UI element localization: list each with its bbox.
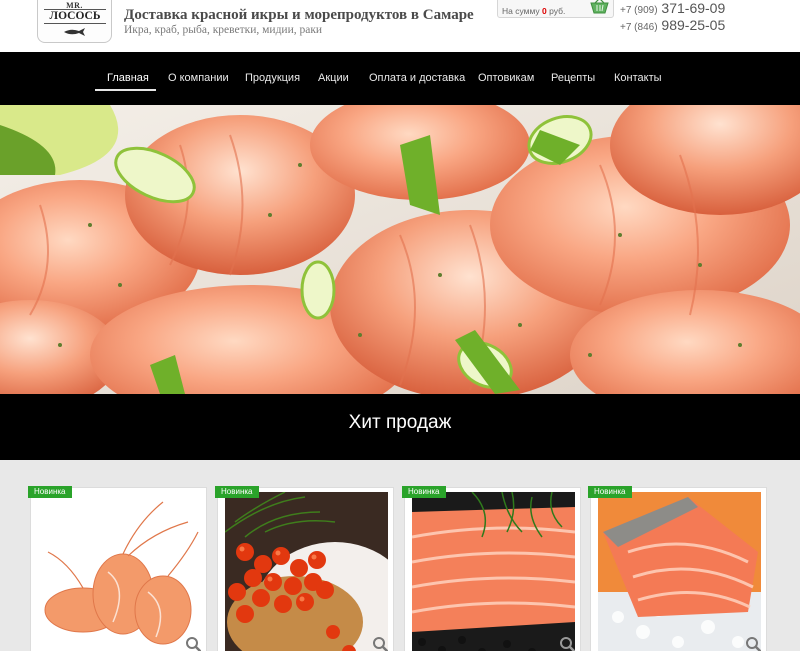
product-card[interactable]: Новинка	[28, 486, 207, 651]
salmon-fillet-image	[412, 492, 575, 651]
nav-item-payment-delivery[interactable]: Оплата и доставка	[369, 72, 465, 84]
section-title: Хит продаж	[348, 412, 452, 433]
phone-code: +7 (909)	[620, 5, 658, 16]
nav-item-about[interactable]: О компании	[168, 72, 229, 84]
nav-item-contacts[interactable]: Контакты	[614, 72, 662, 84]
phone-list: +7 (909) 371-69-09 +7 (846) 989-25-05	[620, 1, 725, 35]
product-card[interactable]: Новинка	[215, 486, 394, 651]
cart-label-prefix: На сумму	[502, 6, 540, 16]
nav-item-wholesale[interactable]: Оптовикам	[478, 72, 534, 84]
cart-summary[interactable]: На сумму 0 руб.	[497, 0, 614, 18]
phone-2[interactable]: +7 (846) 989-25-05	[620, 18, 725, 35]
cart-currency: руб.	[549, 6, 566, 16]
logo-name: ЛОСОСЬ	[44, 9, 106, 24]
product-grid: Новинка Новинка Новинка Новинка	[0, 460, 800, 651]
site-subtitle: Икра, краб, рыба, креветки, мидии, раки	[124, 24, 323, 36]
site-title: Доставка красной икры и морепродуктов в …	[124, 7, 474, 23]
product-card[interactable]: Новинка	[588, 486, 767, 651]
product-image-caviar[interactable]	[225, 492, 388, 651]
new-badge: Новинка	[28, 486, 72, 498]
new-badge: Новинка	[215, 486, 259, 498]
zoom-icon[interactable]	[559, 636, 575, 651]
logo[interactable]: MR. ЛОСОСЬ	[37, 0, 112, 43]
shrimp-image	[38, 492, 201, 651]
phone-code: +7 (846)	[620, 22, 658, 33]
cart-total-label: На сумму 0 руб.	[502, 6, 565, 16]
phone-1[interactable]: +7 (909) 371-69-09	[620, 1, 725, 18]
fish-icon	[64, 28, 85, 36]
product-image-salmon-steak[interactable]	[598, 492, 761, 651]
salmon-steak-image	[598, 492, 761, 651]
new-badge: Новинка	[402, 486, 446, 498]
cart-sum: 0	[542, 6, 547, 16]
zoom-icon[interactable]	[745, 636, 761, 651]
product-image-shrimp[interactable]	[38, 492, 201, 651]
bestsellers-header: Хит продаж	[0, 394, 800, 460]
phone-number: 989-25-05	[661, 17, 726, 33]
hero-shrimp-image	[0, 105, 800, 394]
site-header: MR. ЛОСОСЬ Доставка красной икры и мореп…	[0, 0, 800, 52]
main-nav: Главная О компании Продукция Акции Оплат…	[0, 52, 800, 105]
product-card[interactable]: Новинка	[402, 486, 581, 651]
nav-item-home[interactable]: Главная	[107, 72, 149, 84]
hero-banner	[0, 105, 800, 394]
nav-active-indicator	[95, 89, 156, 91]
basket-icon[interactable]	[589, 0, 610, 14]
nav-item-recipes[interactable]: Рецепты	[551, 72, 595, 84]
zoom-icon[interactable]	[372, 636, 388, 651]
nav-item-products[interactable]: Продукция	[245, 72, 300, 84]
zoom-icon[interactable]	[185, 636, 201, 651]
product-image-salmon-fillet[interactable]	[412, 492, 575, 651]
new-badge: Новинка	[588, 486, 632, 498]
nav-item-promotions[interactable]: Акции	[318, 72, 349, 84]
caviar-image	[225, 492, 388, 651]
phone-number: 371-69-09	[661, 0, 726, 16]
